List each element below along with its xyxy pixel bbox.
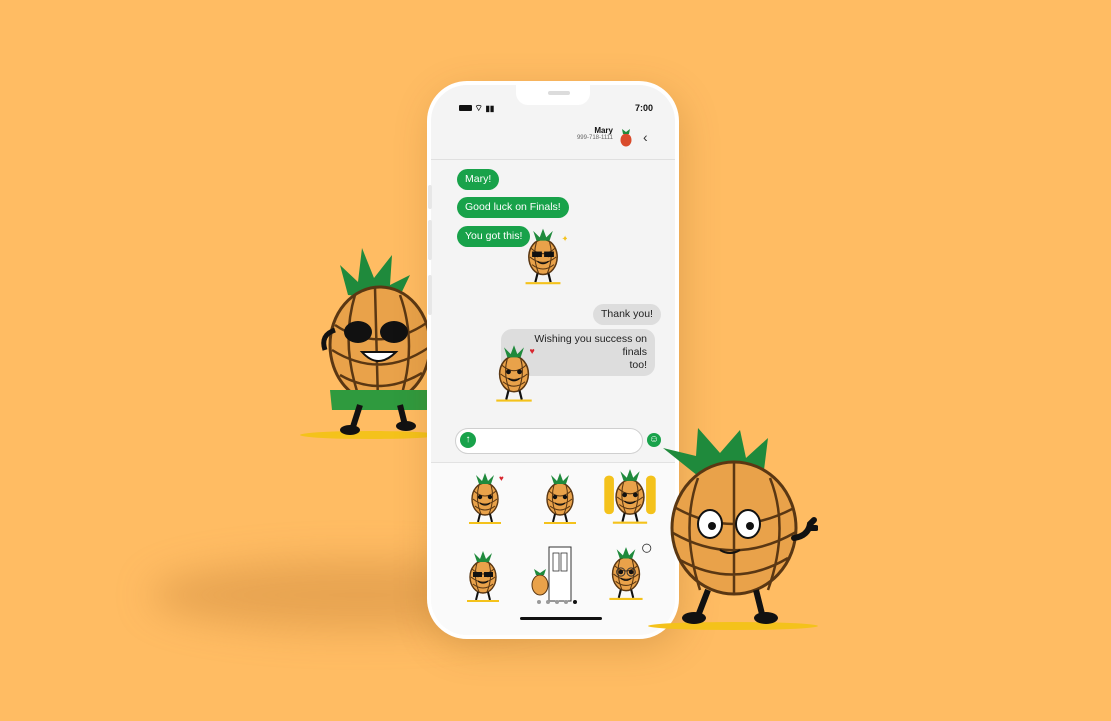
pineapple-mascot-left (300, 248, 440, 439)
message-bubble[interactable]: Thank you! (593, 304, 661, 325)
page-dot-active[interactable] (573, 600, 577, 604)
pineapple-blushing-sticker[interactable]: ♥ (487, 343, 541, 405)
side-button (428, 275, 432, 315)
page-dot[interactable] (537, 600, 541, 604)
status-time: 7:00 (634, 103, 653, 113)
message-bubble[interactable]: Good luck on Finals! (457, 197, 569, 218)
page-dot[interactable] (555, 600, 559, 604)
pineapple-sleepy-sticker[interactable] (536, 471, 584, 527)
battery-icon: ⌔ ▮▮ (459, 103, 494, 114)
wifi-icon: ⌔ (474, 103, 483, 113)
pineapple-avatar[interactable] (619, 129, 633, 147)
pineapple-heart-eyes-sticker[interactable]: ♥ (461, 471, 509, 527)
chevron-left-icon[interactable]: ‹ (643, 129, 648, 145)
contact-phone: 999-718-1111 (576, 135, 613, 141)
pineapple-sunglasses-sticker[interactable] (461, 549, 505, 605)
page-dot[interactable] (564, 600, 568, 604)
contact-name: Mary (594, 126, 613, 135)
phone-notch (516, 85, 590, 105)
signal-icon: ▮▮ (485, 104, 495, 113)
arrow-up-icon[interactable]: ↑ (460, 432, 476, 448)
pineapple-door-sticker[interactable] (525, 543, 581, 605)
svg-text:✦: ✦ (562, 234, 567, 244)
home-indicator[interactable] (520, 617, 602, 620)
message-bubble[interactable]: Mary! (457, 169, 500, 190)
speaker (548, 91, 570, 95)
svg-text:♥: ♥ (530, 346, 535, 356)
svg-text:♥: ♥ (499, 474, 504, 483)
message-input[interactable]: ↑ (455, 428, 643, 454)
conversation-header: Mary 999-718-1111 ‹ (431, 121, 675, 160)
volume-button (428, 220, 432, 260)
page-dot[interactable] (546, 600, 550, 604)
pineapple-mascot-right (648, 428, 818, 630)
pineapple-sunglasses-sticker[interactable]: ✦ (519, 225, 567, 289)
volume-button (428, 185, 432, 209)
